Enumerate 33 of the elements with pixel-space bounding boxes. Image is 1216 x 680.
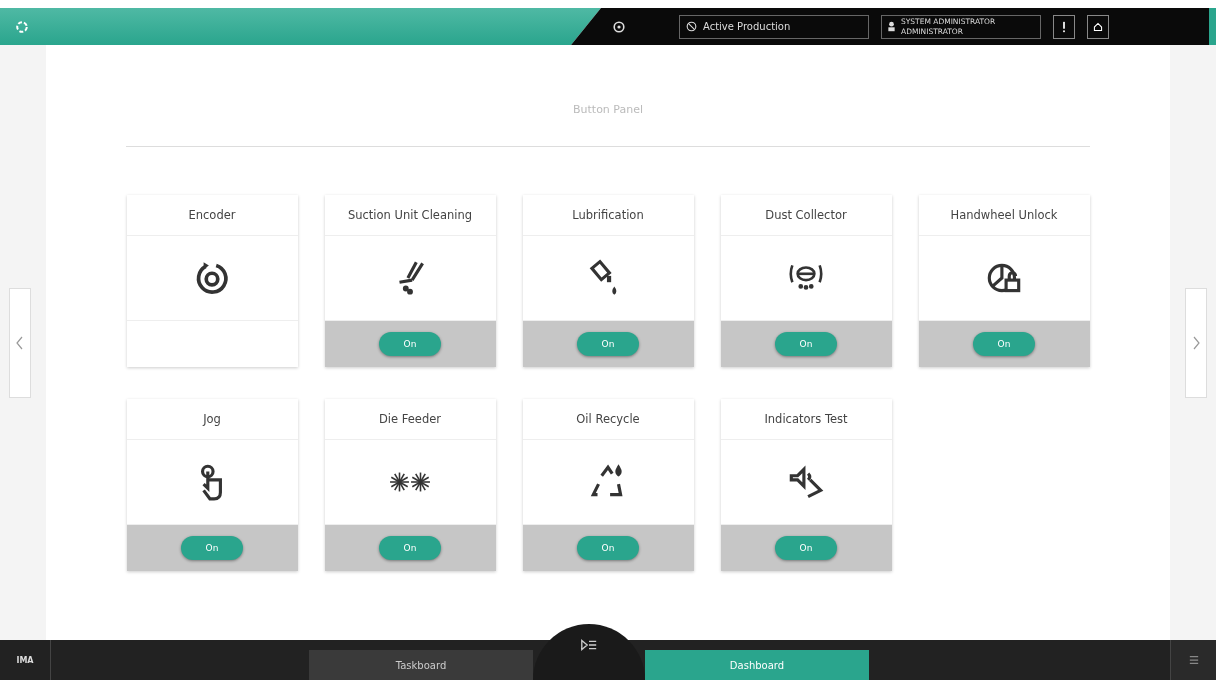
on-button[interactable]: On [775, 536, 837, 560]
home-icon [1093, 20, 1103, 33]
settings-icon[interactable] [611, 18, 627, 35]
card-title: Handwheel Unlock [918, 195, 1090, 236]
prohibited-icon [686, 21, 697, 32]
card-title: Die Feeder [324, 399, 496, 440]
ring-icon[interactable] [14, 18, 30, 35]
card-title: Encoder [126, 195, 298, 236]
home-button[interactable] [1087, 14, 1109, 39]
logo-text: IMA [0, 640, 51, 680]
card-title: Indicators Test [720, 399, 892, 440]
status-text: Active Production [703, 21, 791, 32]
play-list-icon [580, 638, 598, 652]
card-title: Lubrification [522, 195, 694, 236]
nav-tab[interactable]: Taskboard [309, 650, 533, 680]
chevron-right-icon [1192, 335, 1200, 350]
on-button[interactable]: On [577, 536, 639, 560]
on-button[interactable]: On [379, 332, 441, 356]
user-icon [886, 21, 897, 32]
nav-tab[interactable]: Dashboard [645, 650, 869, 680]
panel-title: Button Panel [573, 103, 643, 116]
chevron-left-icon [16, 335, 24, 350]
on-button[interactable]: On [973, 332, 1035, 356]
alert-button[interactable] [1053, 14, 1075, 39]
on-button[interactable]: On [181, 536, 243, 560]
on-button[interactable]: On [577, 332, 639, 356]
on-button[interactable]: On [379, 536, 441, 560]
card-title: Dust Collector [720, 195, 892, 236]
card-title: Oil Recycle [522, 399, 694, 440]
card-title: Jog [126, 399, 298, 440]
on-button[interactable]: On [775, 332, 837, 356]
menu-icon [1188, 654, 1199, 666]
card-title: Suction Unit Cleaning [324, 195, 496, 236]
